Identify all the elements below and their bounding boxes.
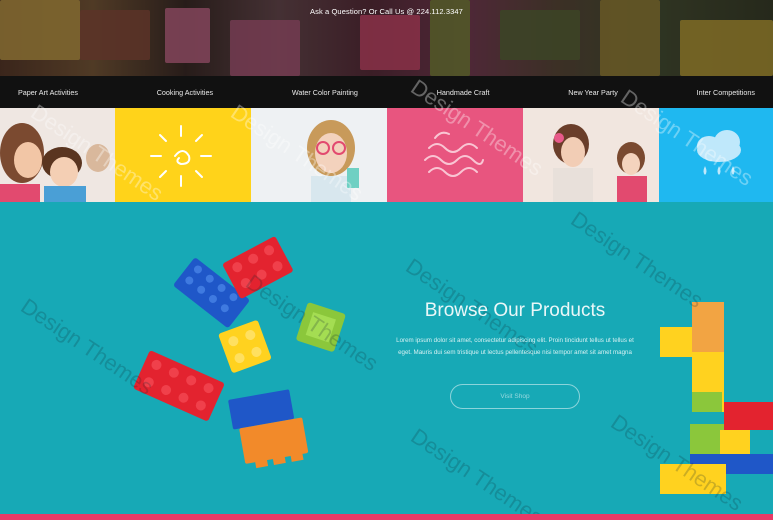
nav-item-water-color[interactable]: Water Color Painting: [292, 88, 358, 97]
lego-bricks-illustration: [133, 236, 773, 494]
browse-products-title: Browse Our Products: [424, 300, 606, 321]
tile-rain-cloud[interactable]: [659, 108, 773, 202]
tile-photo-mom-daughter[interactable]: [523, 108, 659, 202]
nav-item-new-year-party[interactable]: New Year Party: [568, 88, 618, 97]
activity-tiles: [0, 108, 773, 202]
footer-accent-strip: [0, 514, 773, 520]
mom-daughter-photo-illustration: [523, 108, 659, 202]
visit-shop-button[interactable]: Visit Shop: [450, 384, 580, 409]
browse-products-description: Lorem ipsum dolor sit amet, consectetur …: [396, 337, 634, 356]
tile-photo-girl[interactable]: [251, 108, 387, 202]
kids-photo-illustration: [0, 108, 115, 202]
nav-item-paper-art[interactable]: Paper Art Activities: [18, 88, 78, 97]
girl-photo-illustration: [251, 108, 387, 202]
tile-waves[interactable]: [387, 108, 523, 202]
contact-info: Ask a Question? Or Call Us @ 224.112.334…: [310, 7, 463, 16]
browse-products-section: Design Themes Design Themes Design Theme…: [0, 202, 773, 514]
tile-sun[interactable]: [115, 108, 251, 202]
tile-photo-kids[interactable]: [0, 108, 115, 202]
sun-icon: [150, 125, 212, 187]
activities-nav: Paper Art Activities Cooking Activities …: [0, 76, 773, 108]
rain-cloud-icon: [697, 130, 741, 175]
nav-item-cooking[interactable]: Cooking Activities: [157, 88, 213, 97]
hero-banner-image: Ask a Question? Or Call Us @ 224.112.334…: [0, 0, 773, 76]
nav-item-handmade-craft[interactable]: Handmade Craft: [437, 88, 490, 97]
nav-item-inter-competitions[interactable]: Inter Competitions: [697, 88, 755, 97]
waves-icon: [424, 131, 484, 177]
